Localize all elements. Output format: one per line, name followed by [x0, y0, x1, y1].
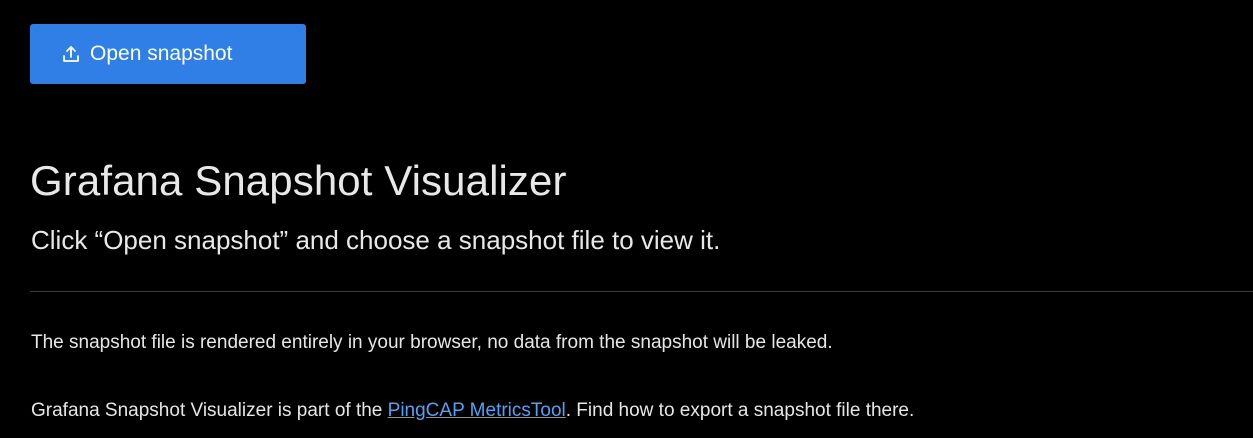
- page-title: Grafana Snapshot Visualizer: [30, 157, 567, 204]
- divider: [30, 291, 1253, 292]
- open-snapshot-button[interactable]: Open snapshot: [30, 24, 306, 84]
- privacy-text: The snapshot file is rendered entirely i…: [31, 332, 833, 353]
- page: Open snapshot Grafana Snapshot Visualize…: [0, 0, 1253, 438]
- info-text-prefix: Grafana Snapshot Visualizer is part of t…: [31, 400, 388, 421]
- info-text-suffix: . Find how to export a snapshot file the…: [565, 400, 915, 421]
- info-text: Grafana Snapshot Visualizer is part of t…: [31, 400, 914, 422]
- page-subtitle: Click “Open snapshot” and choose a snaps…: [31, 225, 721, 255]
- pingcap-metricstool-link[interactable]: PingCAP MetricsTool: [388, 400, 566, 421]
- open-snapshot-label: Open snapshot: [90, 42, 233, 65]
- upload-icon: [61, 44, 81, 64]
